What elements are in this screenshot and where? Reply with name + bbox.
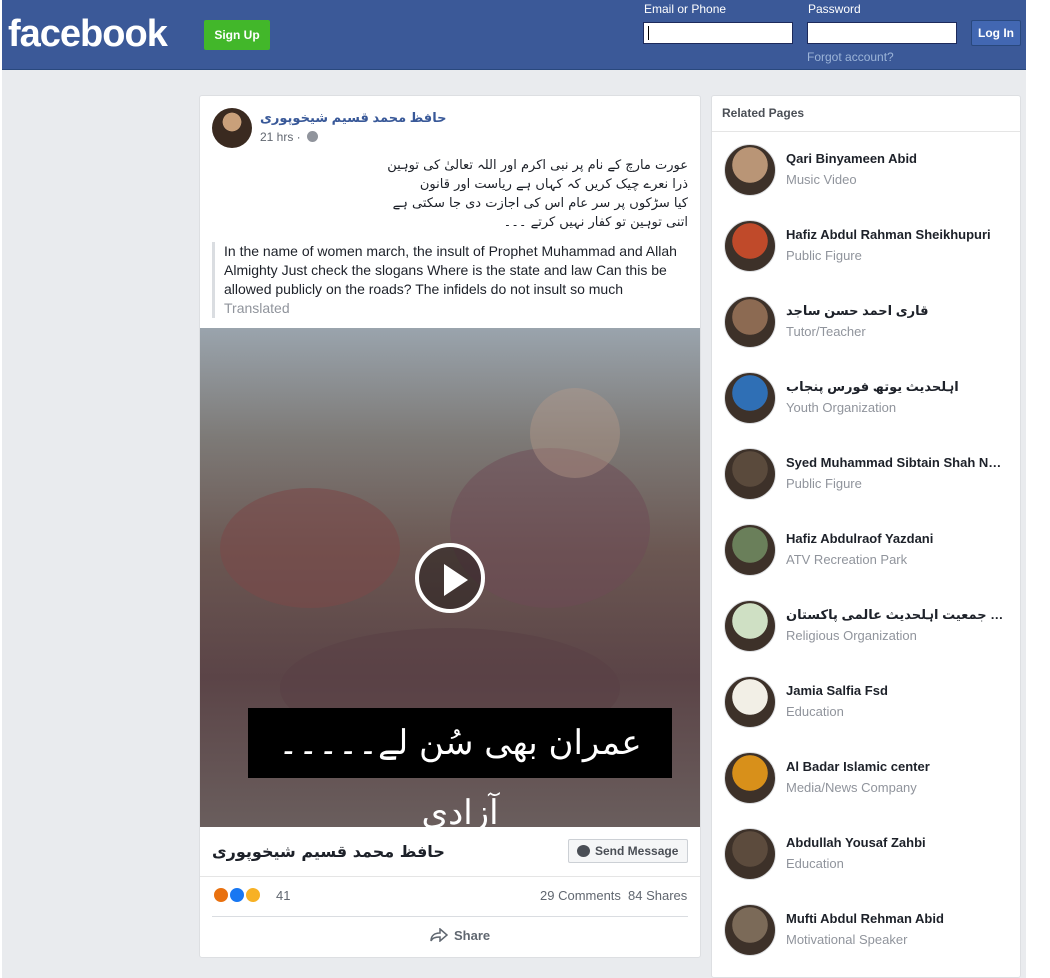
related-page-item[interactable]: Abdullah Yousaf Zahbi Education — [724, 828, 1014, 884]
post-time: 21 hrs · — [260, 130, 305, 144]
related-page-category: Religious Organization — [786, 628, 917, 643]
related-page-category: Youth Organization — [786, 400, 897, 415]
related-page-item[interactable]: Hafiz Abdul Rahman Sheikhupuri Public Fig… — [724, 220, 1014, 276]
related-page-name[interactable]: Qari Binyameen Abid — [786, 151, 1006, 166]
log-in-button[interactable]: Log In — [971, 20, 1021, 46]
page-name[interactable]: حافظ محمد قسیم شیخوپوری — [212, 842, 445, 861]
comments-count-link[interactable]: 29 Comments — [540, 888, 621, 903]
top-navigation-bar: facebook Sign Up Email or Phone Password… — [2, 0, 1026, 70]
text-caret — [648, 26, 649, 40]
post-urdu-text: عورت مارچ کے نام پر نبی اکرم اور اللہ تع… — [212, 156, 688, 232]
related-page-category: ATV Recreation Park — [786, 552, 908, 567]
related-page-avatar[interactable] — [724, 220, 776, 272]
related-page-name[interactable]: Mufti Abdul Rehman Abid — [786, 911, 1006, 926]
related-page-category: Tutor/Teacher — [786, 324, 866, 339]
related-page-avatar[interactable] — [724, 904, 776, 956]
email-input[interactable] — [643, 22, 793, 44]
related-page-category: Education — [786, 704, 844, 719]
post-timestamp[interactable]: 21 hrs · — [260, 130, 319, 144]
video-frame-detail — [530, 388, 620, 478]
play-icon — [444, 564, 468, 596]
related-page-avatar[interactable] — [724, 296, 776, 348]
share-icon — [430, 928, 448, 942]
shares-count-link[interactable]: 84 Shares — [628, 888, 687, 903]
reaction-count: 41 — [276, 888, 291, 903]
sign-up-button[interactable]: Sign Up — [204, 20, 270, 50]
email-label: Email or Phone — [644, 2, 727, 16]
divider — [712, 131, 1020, 132]
related-page-item[interactable]: Qari Binyameen Abid Music Video — [724, 144, 1014, 200]
related-page-name[interactable]: Abdullah Yousaf Zahbi — [786, 835, 1006, 850]
forgot-account-link[interactable]: Forgot account? — [807, 50, 894, 64]
sad-reaction-icon — [244, 886, 262, 904]
post-translation: In the name of women march, the insult o… — [212, 242, 688, 318]
related-page-name[interactable]: اہلحدیث یوتھ فورس پنجاب — [786, 379, 1006, 395]
related-page-name[interactable]: مرکزی جمعیت اہلحدیث عالمی پاکستان — [786, 607, 1006, 623]
video-player[interactable]: عمران بھی سُن لے۔۔۔۔۔آزادی — [200, 328, 700, 827]
facebook-logo[interactable]: facebook — [8, 12, 168, 56]
related-page-name[interactable]: قاری احمد حسن ساجد — [786, 303, 1006, 319]
post-text-line: ذرا نعرے چیک کریں کہ کہاں ہے ریاست اور ق… — [419, 177, 688, 192]
related-page-avatar[interactable] — [724, 448, 776, 500]
password-input[interactable] — [807, 22, 957, 44]
related-page-item[interactable]: Syed Muhammad Sibtain Shah Naqvi Public F… — [724, 448, 1014, 504]
video-caption-overlay: عمران بھی سُن لے۔۔۔۔۔آزادی — [248, 708, 672, 827]
post-text-line: اتنی توہین تو کفار نہیں کرتے ۔۔۔ — [503, 215, 688, 230]
translation-text: In the name of women march, the insult o… — [224, 243, 677, 297]
share-label: Share — [454, 928, 491, 943]
related-page-name[interactable]: Hafiz Abdulraof Yazdani — [786, 531, 1006, 546]
related-page-category: Motivational Speaker — [786, 932, 908, 947]
share-button[interactable]: Share — [430, 928, 490, 943]
related-page-name[interactable]: Jamia Salfia Fsd — [786, 683, 1006, 698]
related-page-item[interactable]: قاری احمد حسن ساجد Tutor/Teacher — [724, 296, 1014, 352]
globe-icon — [307, 131, 319, 142]
related-page-category: Music Video — [786, 172, 857, 187]
related-page-item[interactable]: مرکزی جمعیت اہلحدیث عالمی پاکستان Religio… — [724, 600, 1014, 656]
related-page-item[interactable]: Mufti Abdul Rehman Abid Motivational Spea… — [724, 904, 1014, 960]
related-page-category: Media/News Company — [786, 780, 917, 795]
related-page-avatar[interactable] — [724, 372, 776, 424]
divider — [212, 916, 688, 917]
related-page-category: Public Figure — [786, 476, 862, 491]
related-page-name[interactable]: Hafiz Abdul Rahman Sheikhupuri — [786, 227, 1006, 242]
related-page-avatar[interactable] — [724, 600, 776, 652]
related-page-item[interactable]: Hafiz Abdulraof Yazdani ATV Recreation Pa… — [724, 524, 1014, 580]
post-author-name[interactable]: حافظ محمد قسیم شیخوپوری — [260, 110, 446, 126]
play-button[interactable] — [415, 543, 485, 613]
related-page-avatar[interactable] — [724, 752, 776, 804]
send-message-label: Send Message — [595, 844, 679, 858]
related-pages-panel: Related Pages Qari Binyameen Abid Music V… — [711, 95, 1021, 978]
messenger-icon — [577, 845, 590, 857]
send-message-button[interactable]: Send Message — [568, 839, 688, 863]
related-page-avatar[interactable] — [724, 524, 776, 576]
related-page-name[interactable]: Syed Muhammad Sibtain Shah Naqvi — [786, 455, 1006, 470]
related-page-avatar[interactable] — [724, 828, 776, 880]
related-page-item[interactable]: Al Badar Islamic center Media/News Compan… — [724, 752, 1014, 808]
password-label: Password — [808, 2, 861, 16]
post-card: حافظ محمد قسیم شیخوپوری 21 hrs · عورت ما… — [199, 95, 701, 958]
post-text-line: عورت مارچ کے نام پر نبی اکرم اور اللہ تع… — [387, 158, 688, 173]
related-page-item[interactable]: Jamia Salfia Fsd Education — [724, 676, 1014, 732]
related-page-name[interactable]: Al Badar Islamic center — [786, 759, 1006, 774]
divider — [200, 876, 700, 877]
video-frame-detail — [220, 488, 400, 608]
related-page-avatar[interactable] — [724, 144, 776, 196]
related-page-avatar[interactable] — [724, 676, 776, 728]
related-page-category: Public Figure — [786, 248, 862, 263]
post-text-line: کیا سڑکوں پر سر عام اس کی اجازت دی جا سک… — [392, 196, 688, 211]
related-page-item[interactable]: اہلحدیث یوتھ فورس پنجاب Youth Organizatio… — [724, 372, 1014, 428]
translated-label[interactable]: Translated — [224, 299, 688, 318]
related-page-category: Education — [786, 856, 844, 871]
related-pages-title: Related Pages — [722, 106, 805, 120]
author-avatar[interactable] — [212, 108, 252, 148]
